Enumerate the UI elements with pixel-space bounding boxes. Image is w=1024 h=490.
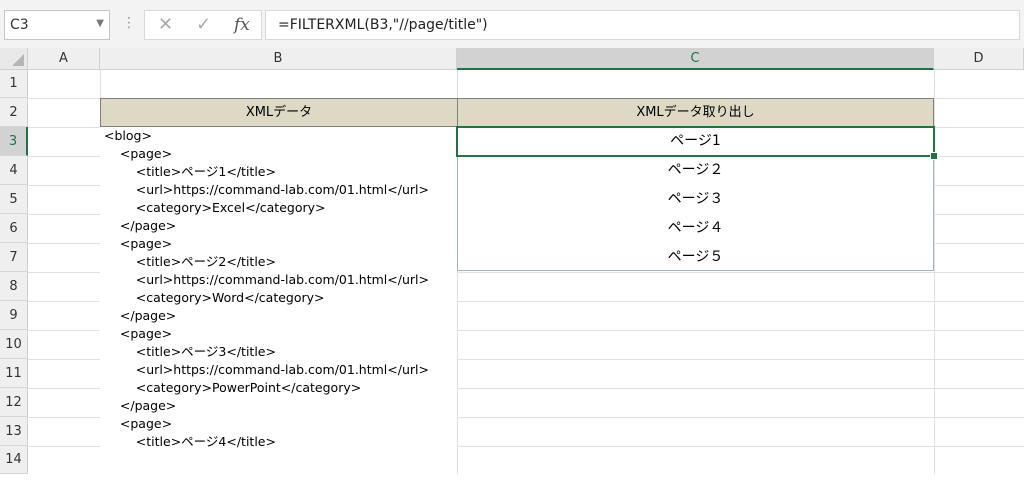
xml-line: <page> — [104, 236, 173, 251]
row-header-14[interactable]: 14 — [0, 446, 28, 474]
name-box-value: C3 — [10, 17, 29, 33]
formula-bar: C3 ▼ ⋮ ✕ ✓ fx =FILTERXML(B3,"//page/titl… — [0, 0, 1024, 49]
active-cell-border — [456, 126, 935, 157]
cell-b2-header[interactable]: XMLデータ — [100, 98, 458, 127]
xml-line: <category>Word</category> — [104, 290, 325, 305]
column-header-b[interactable]: B — [100, 48, 457, 70]
xml-line: <url>https://command-lab.com/01.html</ur… — [104, 182, 429, 197]
xml-line: </page> — [104, 308, 177, 323]
row-header-9[interactable]: 9 — [0, 301, 28, 330]
enter-icon[interactable]: ✓ — [196, 14, 211, 35]
cancel-icon[interactable]: ✕ — [158, 14, 173, 35]
cell-b3-xml-data[interactable]: <blog> <page> <title>ページ1</title> <url>h… — [100, 127, 457, 490]
row-header-1[interactable]: 1 — [0, 70, 28, 98]
row-header-11[interactable]: 11 — [0, 359, 28, 388]
row-header-7[interactable]: 7 — [0, 243, 28, 272]
xml-line: <url>https://command-lab.com/01.html</ur… — [104, 272, 429, 287]
xml-line: <blog> — [104, 128, 152, 143]
row-header-5[interactable]: 5 — [0, 185, 28, 214]
row-header-12[interactable]: 12 — [0, 388, 28, 417]
cell-c4-result[interactable]: ページ２ — [457, 156, 934, 185]
cell-c6-result[interactable]: ページ４ — [457, 214, 934, 243]
formula-buttons: ✕ ✓ fx — [144, 10, 262, 40]
name-box[interactable]: C3 ▼ — [4, 10, 110, 40]
cell-c7-result[interactable]: ページ５ — [457, 243, 934, 272]
xml-line: <page> — [104, 326, 173, 341]
xml-line: <title>ページ4</title> — [104, 434, 276, 449]
xml-line: <title>ページ3</title> — [104, 344, 276, 359]
cell-c5-result[interactable]: ページ３ — [457, 185, 934, 214]
xml-line: <category>Excel</category> — [104, 200, 326, 215]
row-header-10[interactable]: 10 — [0, 330, 28, 359]
more-options-icon[interactable]: ⋮ — [122, 15, 136, 31]
xml-line: <title>ページ2</title> — [104, 254, 276, 269]
column-header-a[interactable]: A — [28, 48, 100, 70]
xml-line: <url>https://command-lab.com/01.html</ur… — [104, 362, 429, 377]
xml-line: <title>ページ1</title> — [104, 164, 276, 179]
row-header-8[interactable]: 8 — [0, 272, 28, 301]
select-all-button[interactable] — [0, 48, 28, 70]
xml-line: <page> — [104, 416, 173, 431]
xml-line: <category>PowerPoint</category> — [104, 380, 362, 395]
xml-line: </page> — [104, 218, 177, 233]
row-header-3[interactable]: 3 — [0, 127, 28, 156]
cell-c2-header[interactable]: XMLデータ取り出し — [457, 98, 934, 127]
fill-handle[interactable] — [930, 152, 938, 160]
formula-input[interactable]: =FILTERXML(B3,"//page/title") — [265, 10, 1020, 40]
spreadsheet-grid[interactable]: A B C D 1 2 3 4 5 6 7 8 9 10 11 12 13 14… — [0, 48, 1024, 490]
row-header-4[interactable]: 4 — [0, 156, 28, 185]
row-header-2[interactable]: 2 — [0, 98, 28, 127]
column-header-d[interactable]: D — [934, 48, 1024, 70]
row-header-6[interactable]: 6 — [0, 214, 28, 243]
formula-text: =FILTERXML(B3,"//page/title") — [278, 17, 488, 33]
insert-function-icon[interactable]: fx — [234, 15, 250, 35]
chevron-down-icon[interactable]: ▼ — [96, 18, 104, 29]
xml-line: </page> — [104, 398, 177, 413]
column-header-c[interactable]: C — [457, 48, 934, 70]
row-header-13[interactable]: 13 — [0, 417, 28, 446]
xml-line: <page> — [104, 146, 173, 161]
